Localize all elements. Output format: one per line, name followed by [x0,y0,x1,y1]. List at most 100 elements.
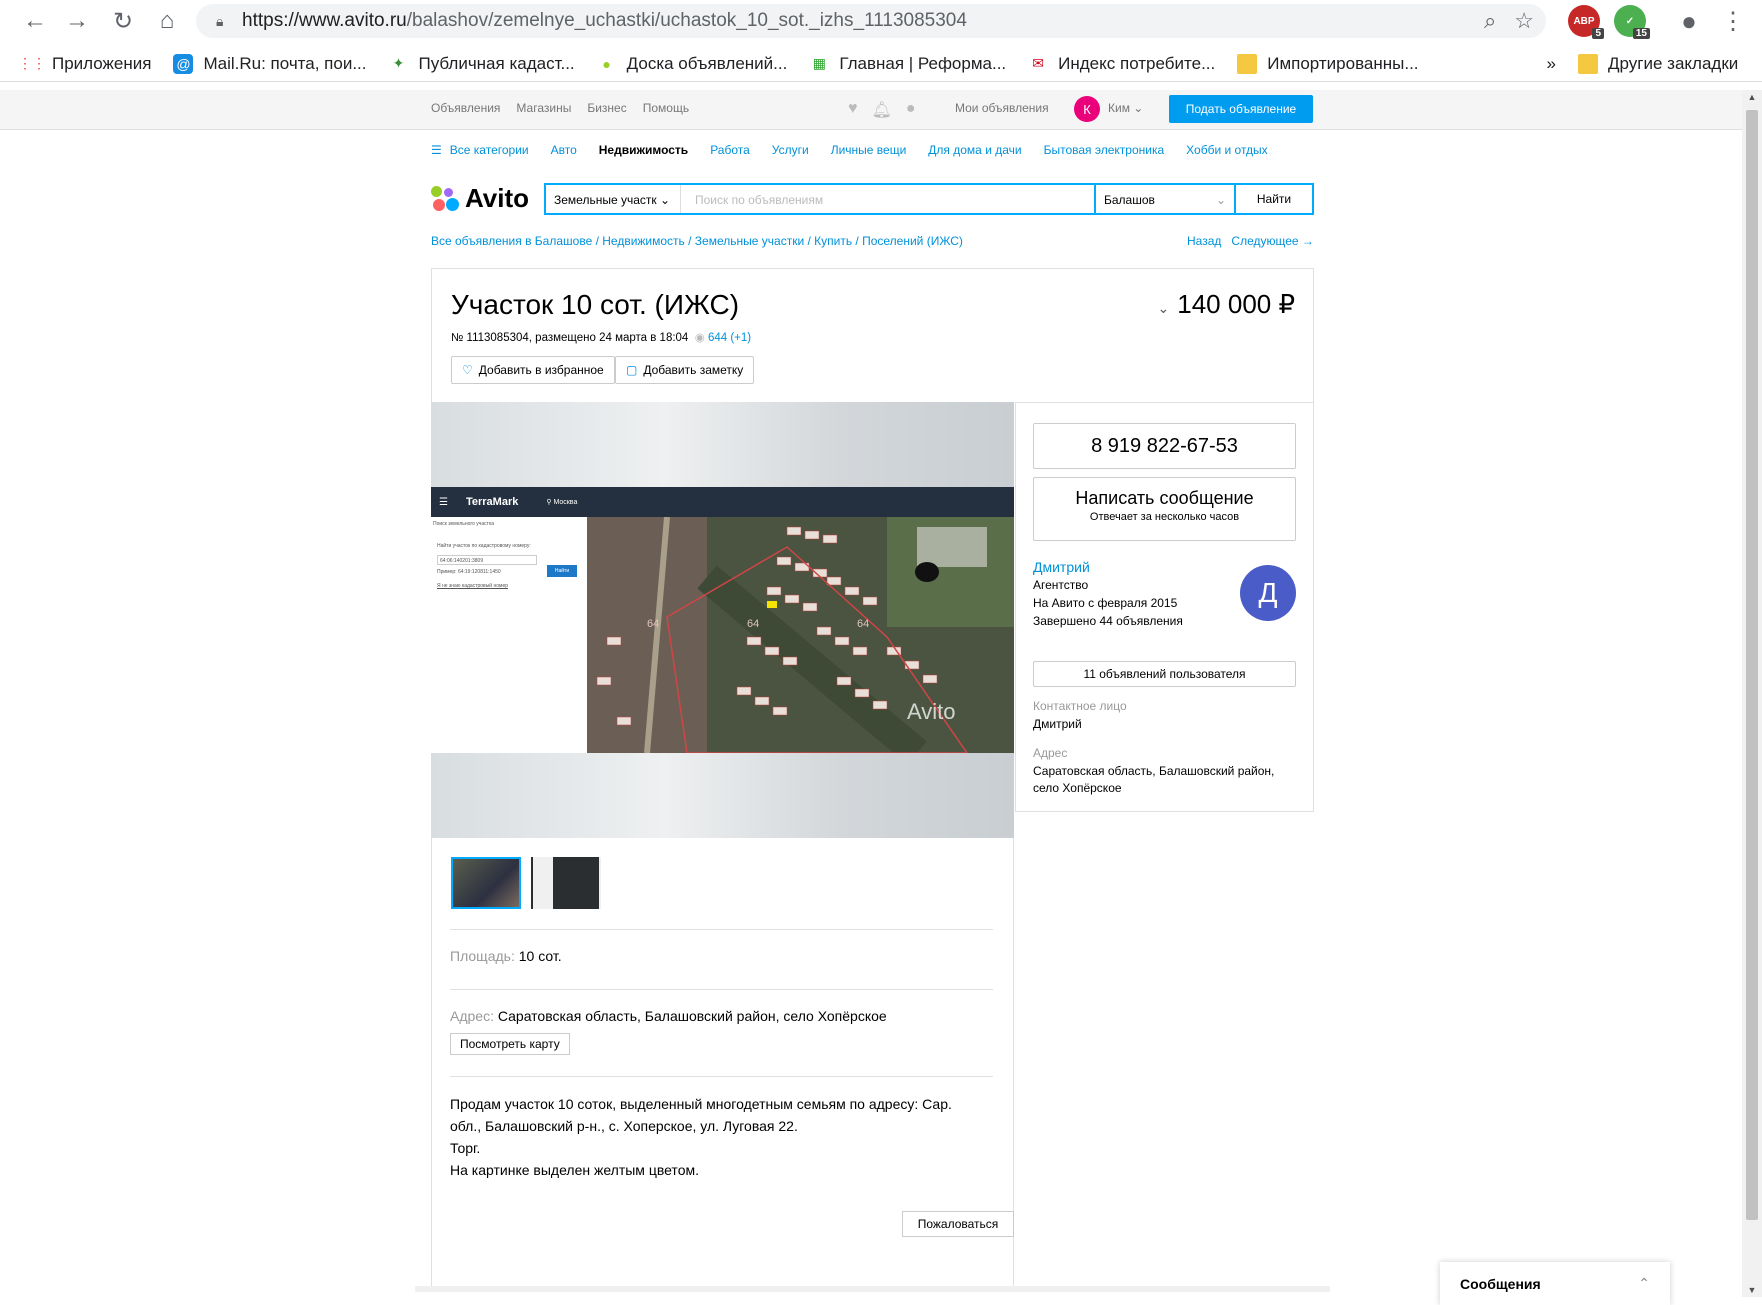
thumbnail-2[interactable] [531,857,601,909]
phone-button[interactable]: 8 919 822-67-53 [1033,423,1296,469]
user-avatar[interactable]: К [1074,96,1100,122]
reload-icon[interactable]: ↻ [106,4,140,38]
topbar-link-shops[interactable]: Магазины [516,101,571,115]
category-services[interactable]: Услуги [772,143,809,157]
avito-logo-text: Avito [465,183,530,213]
scrollbar-thumb[interactable] [1746,110,1758,1220]
menu-icon[interactable]: ☰ [431,143,442,157]
view-count[interactable]: 644 (+1) [708,332,751,344]
star-icon[interactable]: ☆ [1514,8,1534,34]
listing-header: Участок 10 сот. (ИЖС) № 1113085304, разм… [431,268,1314,402]
menu-icon: ☰ [439,496,448,508]
contact-label: Контактное лицо [1033,699,1127,713]
bookmark-avito[interactable]: ● Доска объявлений... [597,54,787,74]
messages-icon[interactable]: ● [906,100,916,120]
menu-icon[interactable]: ⋮ [1716,4,1750,38]
seller-address-value: Саратовская область, Балашовский район, … [1033,764,1275,795]
bookmark-reforma[interactable]: ▦ Главная | Реформа... [809,54,1006,74]
category-home[interactable]: Для дома и дачи [928,143,1021,157]
map-search-panel: Поиск земельного участка Найти участок п… [431,517,587,753]
post-ad-button[interactable]: Подать объявление [1169,95,1313,123]
bookmark-pkk[interactable]: ✦ Публичная кадаст... [389,54,575,74]
listing-photo[interactable]: ☰ TerraMark ⚲ Москва Поиск земельного уч… [431,402,1014,838]
user-menu[interactable]: Ким ⌄ [1108,101,1143,115]
address-bar[interactable]: 🔒︎ https://www.avito.ru/balashov/zemelny… [196,4,1546,38]
site-topbar: Объявления Магазины Бизнес Помощь ♥ 🔔︎ ●… [0,90,1742,130]
svg-text:64: 64 [747,618,759,630]
my-ads-link[interactable]: Мои объявления [955,101,1049,115]
seller-panel: 8 919 822-67-53 Написать сообщение Отвеч… [1015,402,1314,812]
thumbnail-1[interactable] [451,857,521,909]
note-icon: ▢ [626,363,638,377]
view-map-button[interactable]: Посмотреть карту [450,1033,570,1055]
zoom-icon[interactable]: ⌕ [1484,8,1496,34]
category-personal[interactable]: Личные вещи [831,143,907,157]
adblock-icon[interactable]: ABP 5 [1568,5,1604,39]
category-realty[interactable]: Недвижимость [599,143,688,157]
next-link[interactable]: Следующее → [1231,234,1314,248]
listing-meta: № 1113085304, размещено 24 марта в 18:04… [451,332,752,344]
url-text: https://www.avito.ru/balashov/zemelnye_u… [242,10,967,31]
report-button[interactable]: Пожаловаться [902,1211,1014,1237]
home-icon[interactable]: ⌂ [150,4,184,38]
scroll-down-icon[interactable]: ▼ [1742,1285,1762,1295]
topbar-link-business[interactable]: Бизнес [587,101,626,115]
seller-ads-button[interactable]: 11 объявлений пользователя [1033,661,1296,687]
seller-avatar[interactable]: Д [1240,565,1296,621]
seller-completed: Завершено 44 объявления [1033,614,1183,628]
profile-icon[interactable]: ● [1672,4,1706,38]
chevron-down-icon[interactable]: ⌄ [1158,300,1170,316]
search-category-select[interactable]: Земельные участк ⌄ [546,185,681,213]
messages-widget[interactable]: Сообщения ⌃ [1440,1262,1670,1305]
satellite-map: 64 64 64 Avito [587,517,1014,753]
notifications-icon[interactable]: 🔔︎ [872,100,892,120]
search-input[interactable]: Поиск по объявлениям [681,185,1094,213]
index-icon: ✉ [1032,55,1045,71]
scroll-up-icon[interactable]: ▲ [1742,92,1762,102]
search-city-select[interactable]: Балашов ⌄ [1094,185,1234,213]
contact-value: Дмитрий [1033,717,1082,731]
category-hobby[interactable]: Хобби и отдых [1186,143,1268,157]
eye-icon: ◉ [694,332,705,344]
category-nav: ☰ Все категории Авто Недвижимость Работа… [431,143,1268,157]
footer-divider [415,1286,1330,1292]
search-button[interactable]: Найти [1234,185,1312,213]
topbar-link-help[interactable]: Помощь [643,101,689,115]
write-message-button[interactable]: Написать сообщение Отвечает за несколько… [1033,477,1296,541]
add-favorite-button[interactable]: ♡ Добавить в избранное [451,356,615,384]
avito-logo-icon [431,185,459,212]
svg-text:64: 64 [857,618,869,630]
apps-grid-icon: ⋮⋮ [18,55,46,71]
bookmark-other[interactable]: Другие закладки [1578,53,1738,74]
browser-toolbar: ← → ↻ ⌂ 🔒︎ https://www.avito.ru/balashov… [0,0,1762,42]
topbar-link-ads[interactable]: Объявления [431,101,500,115]
add-note-button[interactable]: ▢ Добавить заметку [615,356,755,384]
favorites-icon[interactable]: ♥ [848,100,858,120]
chevron-up-icon[interactable]: ⌃ [1638,1275,1650,1292]
seller-type: Агентство [1033,578,1089,592]
bookmark-imported[interactable]: Импортированны... [1237,53,1419,74]
bookmark-index[interactable]: ✉ Индекс потребите... [1028,54,1215,74]
bookmarks-overflow[interactable]: » [1547,54,1556,74]
svg-text:Avito: Avito [907,699,956,724]
category-all[interactable]: Все категории [450,143,529,157]
lock-icon: 🔒︎ [216,13,224,29]
category-jobs[interactable]: Работа [710,143,750,157]
back-icon[interactable]: ← [18,4,52,38]
breadcrumb[interactable]: Все объявления в Балашове / Недвижимость… [431,234,963,248]
folder-icon [1237,53,1258,74]
category-auto[interactable]: Авто [551,143,577,157]
listing-price: ⌄ 140 000 ₽ [1157,289,1295,319]
seller-name[interactable]: Дмитрий [1033,559,1090,575]
photo-map-screenshot: ☰ TerraMark ⚲ Москва Поиск земельного уч… [431,487,1014,753]
mailru-icon: @ [173,53,194,74]
bookmark-mailru[interactable]: @ Mail.Ru: почта, пои... [173,53,367,74]
prev-link[interactable]: Назад [1187,234,1221,248]
folder-icon [1578,53,1599,74]
category-electronics[interactable]: Бытовая электроника [1044,143,1165,157]
page-scrollbar[interactable]: ▲ ▼ [1742,90,1762,1297]
bookmark-apps[interactable]: ⋮⋮ Приложения [18,54,151,74]
extension-icon[interactable]: ✓ 15 [1614,5,1650,39]
forward-icon[interactable]: → [60,4,94,38]
avito-logo[interactable]: Avito [431,183,529,214]
